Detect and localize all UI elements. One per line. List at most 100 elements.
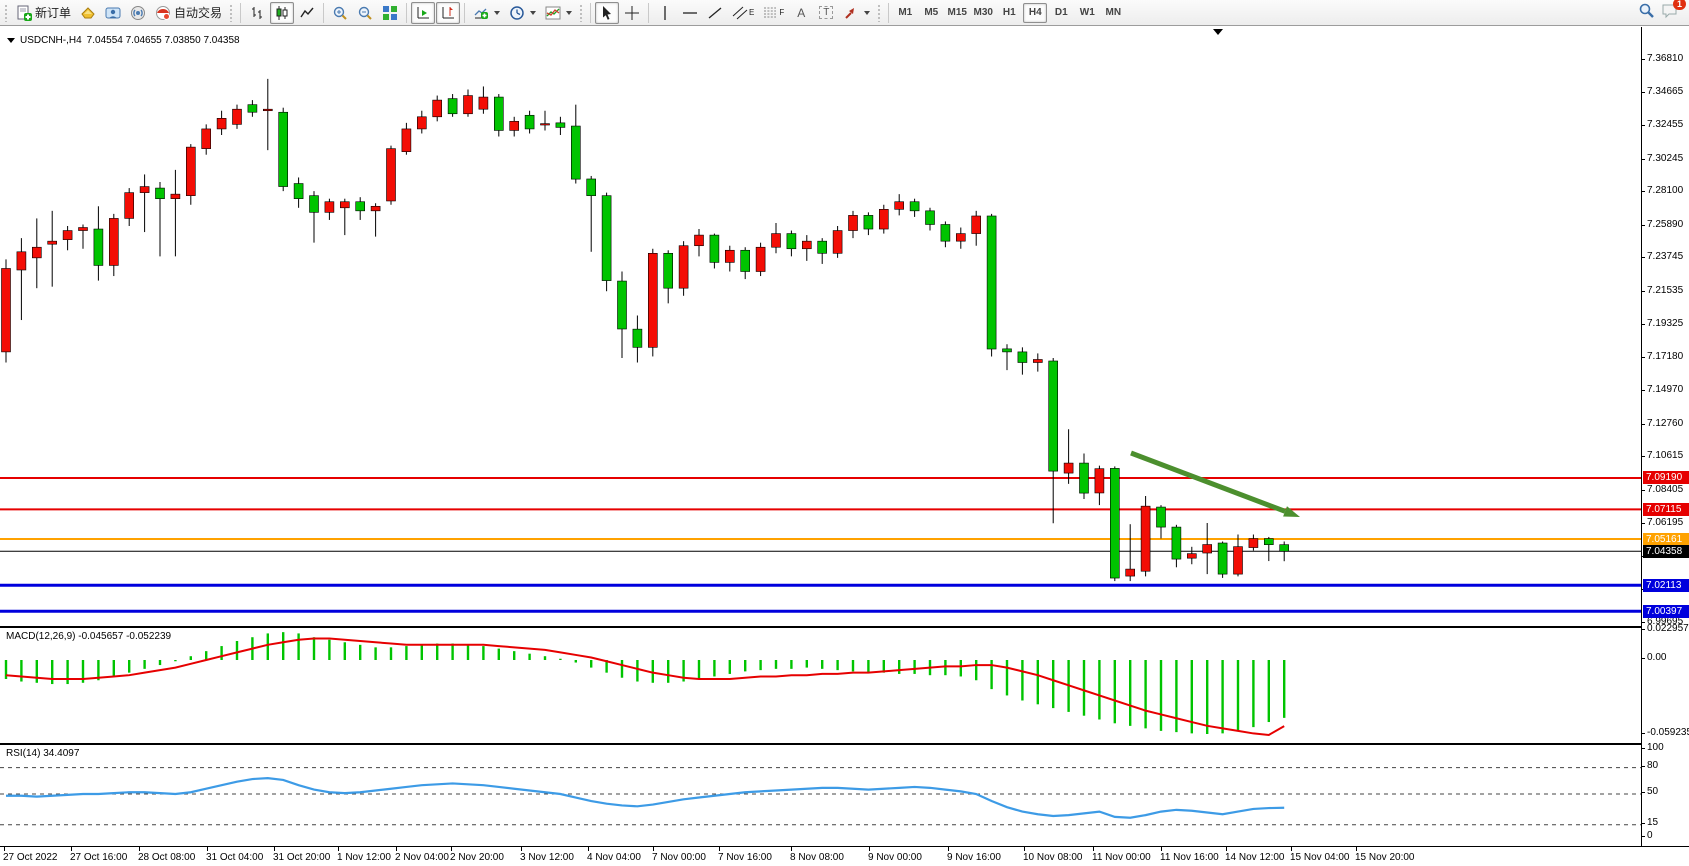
price-tick-label: 7.30245 [1647, 153, 1683, 164]
timeframe-M1[interactable]: M1 [893, 3, 917, 23]
chart-shift-marker[interactable] [1213, 29, 1223, 35]
timeframe-M15[interactable]: M15 [945, 3, 969, 23]
time-tick-label: 9 Nov 16:00 [947, 852, 1001, 863]
trendline-button[interactable] [703, 2, 727, 24]
templates-button[interactable] [541, 2, 576, 24]
zoom-out-button[interactable] [353, 2, 377, 24]
candlestick-chart[interactable] [0, 27, 1641, 624]
time-tick-label: 2 Nov 04:00 [395, 852, 449, 863]
toolbar-separator [590, 3, 591, 23]
indicators-button[interactable] [469, 2, 504, 24]
horizontal-line-button[interactable] [678, 2, 702, 24]
chart-window: USDCNH-,H4 7.04554 7.04655 7.03850 7.043… [0, 27, 1689, 866]
price-axis[interactable]: 7.368107.346657.324557.302457.281007.258… [1641, 27, 1689, 847]
timeframe-MN[interactable]: MN [1101, 3, 1125, 23]
equidistant-channel-button[interactable]: E [728, 2, 758, 24]
autotrading-button[interactable]: 自动交易 [151, 2, 226, 24]
time-tick-label: 31 Oct 04:00 [206, 852, 263, 863]
zoom-in-button[interactable] [328, 2, 352, 24]
mt4-terminal: 新订单 自动交易 [0, 0, 1689, 866]
price-tick-label: 7.06195 [1647, 517, 1683, 528]
timeframe-buttons: M1M5M15M30H1H4D1W1MN [893, 3, 1125, 23]
horizontal-line-icon [682, 5, 698, 21]
cursor-icon [599, 5, 615, 21]
periods-button[interactable] [505, 2, 540, 24]
timeframe-H4[interactable]: H4 [1023, 3, 1047, 23]
cursor-button[interactable] [595, 2, 619, 24]
text-label-button[interactable]: T [814, 2, 838, 24]
search-icon[interactable] [1638, 2, 1655, 24]
price-tick-label: 7.19325 [1647, 318, 1683, 329]
tile-windows-button[interactable] [378, 2, 402, 24]
price-tick-label: 7.36810 [1647, 53, 1683, 64]
chart-symbol-period: USDCNH-,H4 [20, 35, 82, 46]
metaeditor-button[interactable] [76, 2, 100, 24]
text-tool-icon: A [797, 6, 805, 20]
macd-pane[interactable]: MACD(12,26,9) -0.045657 -0.052239 [0, 626, 1641, 741]
toolbar-separator [888, 3, 889, 23]
zoom-out-icon [357, 5, 373, 21]
toolbar-drag-handle[interactable] [229, 4, 234, 22]
time-tick-label: 27 Oct 16:00 [70, 852, 127, 863]
toolbar-drag-handle[interactable] [579, 4, 584, 22]
main-chart-pane[interactable]: USDCNH-,H4 7.04554 7.04655 7.03850 7.043… [0, 27, 1641, 624]
time-tick-label: 11 Nov 00:00 [1092, 852, 1151, 863]
text-button[interactable]: A [789, 2, 813, 24]
toolbar-drag-handle[interactable] [877, 4, 882, 22]
chat-button[interactable]: 1 [1661, 2, 1679, 24]
price-tick-label: 7.32455 [1647, 119, 1683, 130]
fibonacci-button[interactable]: F [759, 2, 788, 24]
new-order-button[interactable]: 新订单 [12, 2, 75, 24]
line-chart-button[interactable] [295, 2, 319, 24]
price-tick-label: 7.28100 [1647, 185, 1683, 196]
timeframe-M30[interactable]: M30 [971, 3, 995, 23]
tile-windows-icon [382, 5, 398, 21]
toolbar-drag-handle[interactable] [4, 4, 9, 22]
candlestick-chart-button[interactable] [270, 2, 294, 24]
auto-scroll-icon [415, 5, 431, 21]
bar-chart-button[interactable] [245, 2, 269, 24]
one-click-trading-caret[interactable] [7, 38, 15, 43]
toolbar-separator [648, 3, 649, 23]
timeframe-M5[interactable]: M5 [919, 3, 943, 23]
vertical-line-button[interactable] [653, 2, 677, 24]
price-tick-label: 7.10615 [1647, 450, 1683, 461]
time-tick-label: 3 Nov 12:00 [520, 852, 574, 863]
toolbar-right-group: 1 [1638, 2, 1687, 24]
zoom-in-icon [332, 5, 348, 21]
signals-button[interactable] [126, 2, 150, 24]
periods-dropdown-caret [530, 11, 536, 15]
level-price-label: 7.07115 [1643, 503, 1689, 516]
price-tick-label: 7.14970 [1647, 384, 1683, 395]
chart-ohlc-values: 7.04554 7.04655 7.03850 7.04358 [87, 35, 240, 46]
auto-scroll-button[interactable] [411, 2, 435, 24]
chat-badge: 1 [1673, 0, 1686, 10]
chart-shift-button[interactable] [436, 2, 460, 24]
time-tick-label: 15 Nov 20:00 [1355, 852, 1415, 863]
macd-indicator[interactable] [0, 628, 1641, 741]
arrows-button[interactable] [839, 2, 874, 24]
macd-tick-label: 0.022957 [1647, 623, 1689, 634]
toolbar: 新订单 自动交易 [0, 0, 1689, 26]
indicators-icon [473, 5, 489, 21]
rsi-pane[interactable]: RSI(14) 34.4097 [0, 743, 1641, 846]
rsi-label: RSI(14) 34.4097 [6, 748, 79, 759]
price-tick-label: 7.08405 [1647, 484, 1683, 495]
mql5-community-button[interactable] [101, 2, 125, 24]
price-tick-label: 7.25890 [1647, 219, 1683, 230]
arrows-icon [843, 5, 859, 21]
time-axis[interactable]: 27 Oct 202227 Oct 16:0028 Oct 08:0031 Oc… [0, 846, 1689, 866]
time-tick-label: 7 Nov 16:00 [718, 852, 772, 863]
arrows-dropdown-caret [864, 11, 870, 15]
crosshair-icon [624, 5, 640, 21]
level-price-label: 7.05161 [1643, 533, 1689, 546]
rsi-indicator[interactable] [0, 745, 1641, 846]
timeframe-D1[interactable]: D1 [1049, 3, 1073, 23]
timeframe-H1[interactable]: H1 [997, 3, 1021, 23]
signals-icon [130, 5, 146, 21]
time-tick-label: 15 Nov 04:00 [1290, 852, 1350, 863]
timeframe-W1[interactable]: W1 [1075, 3, 1099, 23]
channel-tag: E [749, 8, 754, 17]
vertical-line-icon [658, 5, 672, 21]
crosshair-button[interactable] [620, 2, 644, 24]
